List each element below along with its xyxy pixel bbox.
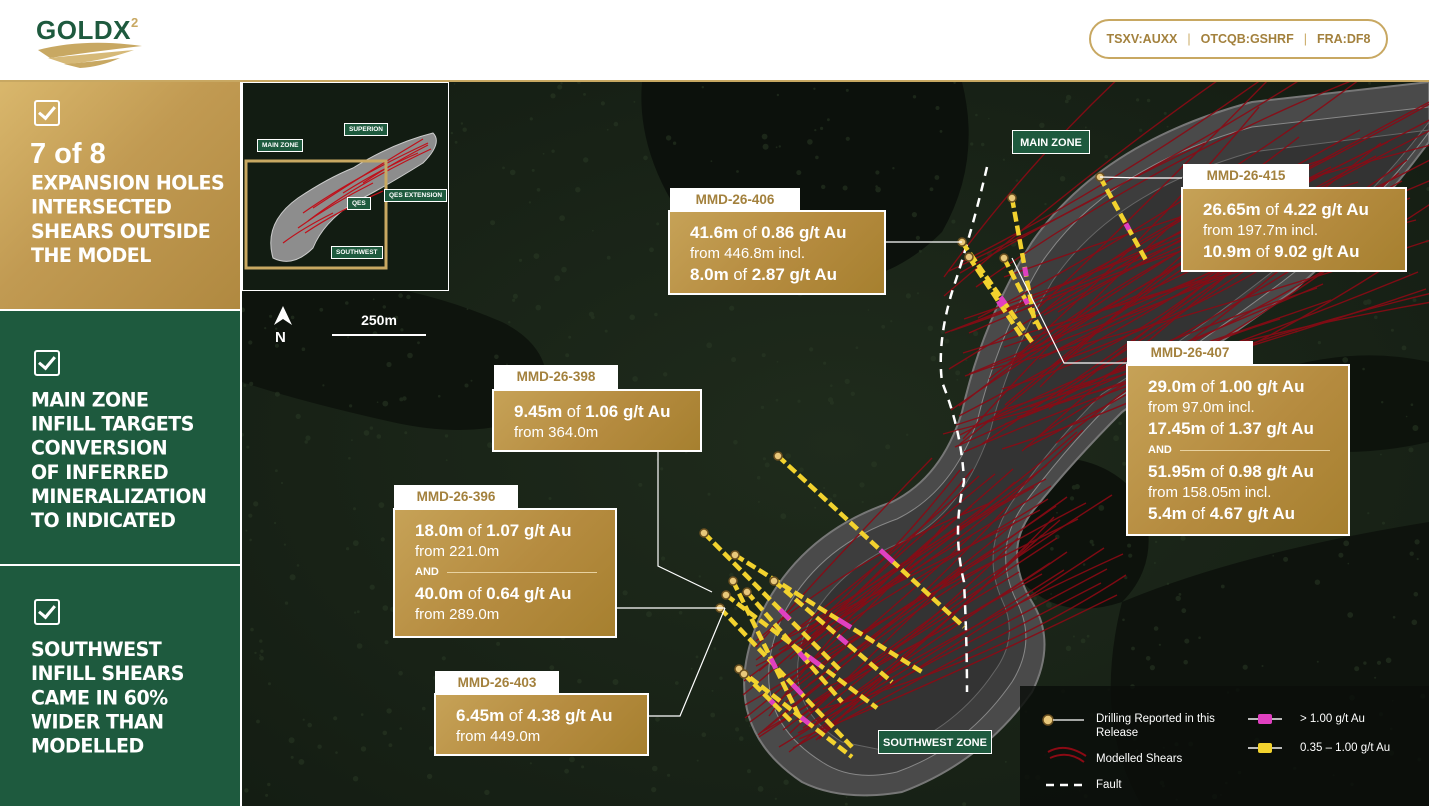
- inset-canvas: [243, 83, 448, 290]
- callout-mmd-26-396[interactable]: 18.0m of 1.07 g/t Au from 221.0m AND 40.…: [393, 508, 617, 638]
- inset-superior-tag: SUPERION: [344, 123, 388, 136]
- text-line: TO INDICATED: [31, 509, 176, 533]
- map-legend: Drilling Reported in this Release Modell…: [1020, 686, 1429, 806]
- inset-main-zone-tag: MAIN ZONE: [257, 139, 304, 152]
- intercept-from: from 158.05m incl.: [1148, 484, 1272, 501]
- highlight-text: MAIN ZONE INFILL TARGETS CONVERSION OF I…: [31, 388, 207, 534]
- company-logo[interactable]: GOLDX2: [30, 12, 150, 72]
- ticker-pill: TSXV:AUXX | OTCQB:GSHRF | FRA:DF8: [1089, 19, 1388, 59]
- intercept-line: 17.45m of 1.37 g/t Au: [1148, 419, 1314, 438]
- intercept-from: from 449.0m: [456, 728, 541, 745]
- text-line: THE MODEL: [31, 244, 151, 268]
- inset-southwest-tag: SOUTHWEST: [331, 246, 383, 259]
- stat-seven-of-eight: 7 of 8: [30, 138, 106, 170]
- main-zone-label: MAIN ZONE: [1012, 130, 1090, 154]
- intercept-line: 10.9m of 9.02 g/t Au: [1203, 242, 1360, 261]
- callout-mmd-26-406[interactable]: 41.6m of 0.86 g/t Au from 446.8m incl. 8…: [668, 210, 886, 295]
- hole-label-mmd-26-403: MMD-26-403: [435, 671, 559, 695]
- intercept-from: from 221.0m: [415, 543, 500, 560]
- legend-high-grade: > 1.00 g/t Au: [1300, 713, 1365, 725]
- hole-label-mmd-26-415: MMD-26-415: [1183, 164, 1309, 188]
- callout-mmd-26-407[interactable]: 29.0m of 1.00 g/t Au from 97.0m incl. 17…: [1126, 364, 1350, 536]
- scale-bar: 250m: [332, 312, 426, 342]
- intercept-line: 8.0m of 2.87 g/t Au: [690, 265, 838, 284]
- north-arrow-icon: [274, 306, 292, 325]
- highlight-text: EXPANSION HOLES INTERSECTED SHEARS OUTSI…: [31, 171, 225, 269]
- hole-label-mmd-26-406: MMD-26-406: [670, 188, 800, 212]
- scale-line: [332, 334, 426, 336]
- and-divider: AND: [415, 565, 597, 579]
- checkbox-icon: [34, 599, 60, 625]
- intercept-from: from 364.0m: [514, 424, 599, 441]
- ticker-otcqb: OTCQB:GSHRF: [1200, 32, 1294, 46]
- intercept-from: from 197.7m incl.: [1203, 222, 1319, 239]
- intercept-line: 18.0m of 1.07 g/t Au: [415, 521, 572, 540]
- highlight-main-zone: MAIN ZONE INFILL TARGETS CONVERSION OF I…: [0, 311, 240, 564]
- text-line: OF INFERRED: [31, 461, 169, 485]
- intercept-from: from 446.8m incl.: [690, 245, 806, 262]
- callout-mmd-26-415[interactable]: 26.65m of 4.22 g/t Au from 197.7m incl. …: [1181, 187, 1407, 272]
- intercept-line: 40.0m of 0.64 g/t Au: [415, 584, 572, 603]
- intercept-from: from 97.0m incl.: [1148, 399, 1255, 416]
- intercept-line: 6.45m of 4.38 g/t Au: [456, 706, 613, 725]
- text-line: MINERALIZATION: [31, 485, 207, 509]
- text-line: SOUTHWEST: [31, 638, 162, 662]
- hole-label-mmd-26-398: MMD-26-398: [494, 365, 618, 389]
- text-line: CAME IN 60%: [31, 686, 168, 710]
- text-line: WIDER THAN: [31, 710, 164, 734]
- text-line: EXPANSION HOLES: [31, 171, 225, 195]
- legend-drilling: Drilling Reported in this Release: [1096, 713, 1215, 739]
- callout-mmd-26-403[interactable]: 6.45m of 4.38 g/t Au from 449.0m: [434, 693, 649, 756]
- highlight-text: SOUTHWEST INFILL SHEARS CAME IN 60% WIDE…: [31, 638, 184, 759]
- intercept-line: 41.6m of 0.86 g/t Au: [690, 223, 847, 242]
- north-label: N: [275, 329, 286, 346]
- ticker-separator: |: [1187, 32, 1191, 46]
- ticker-tsxv: TSXV:AUXX: [1106, 32, 1178, 46]
- highlight-expansion-holes: 7 of 8 EXPANSION HOLES INTERSECTED SHEAR…: [0, 82, 240, 309]
- text-line: CONVERSION: [31, 436, 168, 460]
- ticker-separator: |: [1303, 32, 1307, 46]
- north-arrow: N: [272, 305, 294, 346]
- text-line: SHEARS OUTSIDE: [31, 220, 211, 244]
- text-line: MAIN ZONE: [31, 388, 149, 412]
- legend-fault: Fault: [1096, 779, 1122, 791]
- intercept-line: 5.4m of 4.67 g/t Au: [1148, 504, 1296, 523]
- logo-swoosh-icon: [38, 42, 142, 68]
- hole-label-mmd-26-407: MMD-26-407: [1127, 341, 1253, 365]
- intercept-line: 51.95m of 0.98 g/t Au: [1148, 462, 1314, 481]
- text-line: MODELLED: [31, 734, 144, 758]
- ticker-fra: FRA:DF8: [1316, 32, 1371, 46]
- checkbox-icon: [34, 350, 60, 376]
- legend-mid-grade: 0.35 – 1.00 g/t Au: [1300, 742, 1391, 754]
- intercept-line: 29.0m of 1.00 g/t Au: [1148, 377, 1305, 396]
- inset-qes-tag: QES: [347, 197, 371, 210]
- and-divider: AND: [1148, 443, 1330, 457]
- intercept-from: from 289.0m: [415, 606, 500, 623]
- legend-shears: Modelled Shears: [1096, 753, 1183, 765]
- header: GOLDX2 TSXV:AUXX | OTCQB:GSHRF | FRA:DF8: [0, 0, 1429, 82]
- intercept-line: 26.65m of 4.22 g/t Au: [1203, 200, 1369, 219]
- text-line: INTERSECTED: [31, 195, 172, 219]
- highlight-southwest: SOUTHWEST INFILL SHEARS CAME IN 60% WIDE…: [0, 566, 240, 806]
- inset-qes-extension-tag: QES EXTENSION: [384, 189, 448, 202]
- southwest-zone-label: SOUTHWEST ZONE: [878, 730, 992, 754]
- text-line: INFILL SHEARS: [31, 662, 184, 686]
- callout-mmd-26-398[interactable]: 9.45m of 1.06 g/t Au from 364.0m: [492, 389, 702, 452]
- hole-label-mmd-26-396: MMD-26-396: [394, 485, 518, 509]
- intercept-line: 9.45m of 1.06 g/t Au: [514, 402, 671, 421]
- checkbox-icon: [34, 100, 60, 126]
- scale-label: 250m: [361, 312, 397, 328]
- inset-map[interactable]: MAIN ZONE SUPERION QES QES EXTENSION SOU…: [242, 82, 449, 291]
- text-line: INFILL TARGETS: [31, 412, 194, 436]
